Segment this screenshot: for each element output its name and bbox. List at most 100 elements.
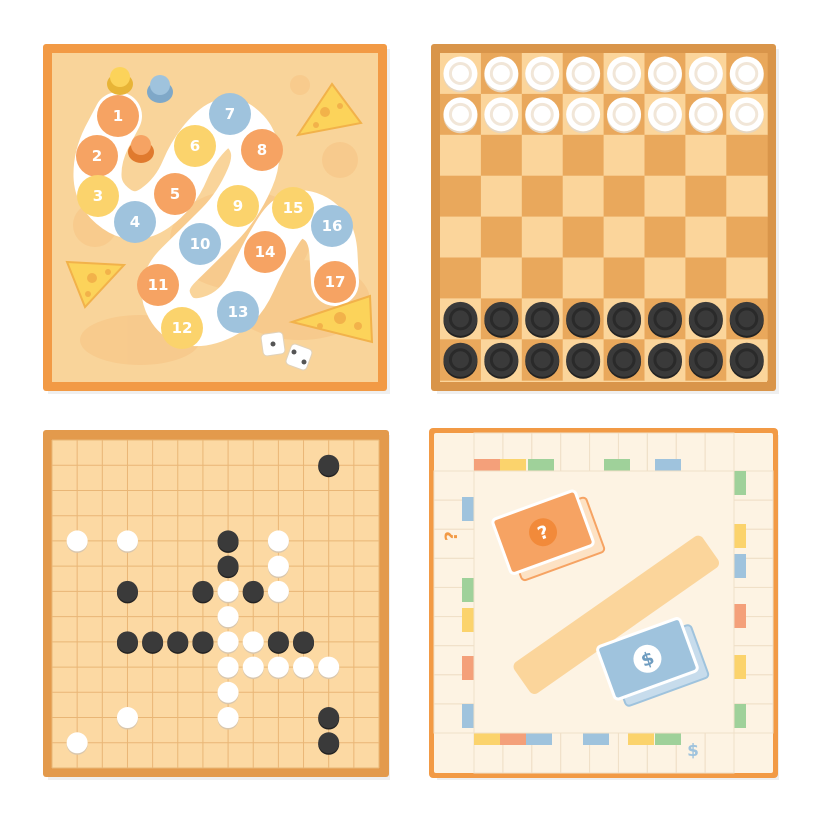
white-checker-piece bbox=[607, 97, 642, 134]
black-stone bbox=[318, 732, 340, 755]
tile-number: 2 bbox=[92, 147, 102, 165]
board-square bbox=[480, 257, 523, 299]
board-square bbox=[603, 134, 645, 177]
white-stone bbox=[66, 732, 88, 755]
property-strip bbox=[604, 459, 630, 471]
property-strip bbox=[628, 733, 654, 745]
black-stone bbox=[217, 530, 239, 553]
board-square bbox=[685, 257, 727, 299]
tile-number: 6 bbox=[190, 137, 200, 155]
path-tile: 17 bbox=[314, 261, 356, 303]
black-checker-piece bbox=[729, 342, 764, 379]
white-stone bbox=[217, 580, 239, 604]
white-checker-piece bbox=[729, 97, 764, 134]
black-checker-piece bbox=[566, 301, 601, 338]
white-checker-piece bbox=[484, 56, 519, 93]
board-square bbox=[480, 175, 523, 218]
black-checker-piece bbox=[443, 301, 478, 338]
property-strip bbox=[655, 459, 681, 471]
board-square bbox=[644, 134, 686, 177]
board-square bbox=[644, 257, 686, 299]
tile-number: 3 bbox=[93, 187, 103, 205]
board-square bbox=[521, 216, 564, 258]
black-stone bbox=[116, 631, 138, 654]
white-stone bbox=[217, 681, 239, 705]
tile-number: 10 bbox=[190, 235, 211, 253]
path-tile: 5 bbox=[154, 173, 196, 215]
white-checker-piece bbox=[729, 56, 764, 93]
gomoku-board bbox=[43, 430, 390, 780]
board-square bbox=[603, 175, 645, 218]
checkers-board bbox=[431, 44, 779, 394]
black-stone bbox=[217, 555, 239, 579]
path-tile: 3 bbox=[77, 175, 119, 217]
board-square bbox=[685, 175, 727, 218]
property-strip bbox=[734, 524, 746, 548]
white-checker-piece bbox=[566, 56, 601, 93]
black-checker-piece bbox=[688, 342, 723, 379]
tile-number: 13 bbox=[228, 303, 249, 321]
black-checker-piece bbox=[525, 301, 560, 338]
property-strip bbox=[474, 459, 500, 471]
tile-number: 15 bbox=[283, 199, 304, 217]
white-stone bbox=[242, 631, 264, 654]
black-stone bbox=[167, 631, 189, 654]
board-square bbox=[440, 175, 482, 218]
tile-number: 12 bbox=[172, 319, 193, 337]
path-tile: 12 bbox=[161, 307, 203, 349]
black-checker-piece bbox=[484, 342, 519, 379]
property-strip bbox=[462, 656, 474, 680]
chance-question-mark: ? bbox=[442, 531, 462, 541]
black-stone bbox=[142, 631, 164, 654]
white-checker-piece bbox=[607, 56, 642, 93]
board-square bbox=[603, 216, 645, 258]
tile-number: 17 bbox=[325, 273, 346, 291]
white-checker-piece bbox=[484, 97, 519, 134]
path-tile: 15 bbox=[272, 187, 314, 229]
board-square bbox=[644, 216, 686, 258]
path-tile: 13 bbox=[217, 291, 259, 333]
white-stone bbox=[116, 707, 138, 730]
property-strip bbox=[526, 733, 552, 745]
property-strip bbox=[734, 554, 746, 578]
white-stone bbox=[293, 656, 315, 680]
white-checker-piece bbox=[443, 97, 478, 134]
board-square bbox=[644, 175, 686, 218]
tile-number: 16 bbox=[322, 217, 343, 235]
board-square bbox=[726, 175, 768, 218]
path-tile: 11 bbox=[137, 264, 179, 306]
white-stone bbox=[66, 530, 88, 553]
black-checker-piece bbox=[729, 301, 764, 338]
board-square bbox=[480, 216, 523, 258]
black-checker-piece bbox=[566, 342, 601, 379]
path-tile: 9 bbox=[217, 185, 259, 227]
black-stone bbox=[192, 631, 214, 654]
board-square bbox=[440, 257, 482, 299]
board-square bbox=[521, 134, 564, 177]
property-strip bbox=[583, 733, 609, 745]
white-checker-piece bbox=[688, 97, 723, 134]
path-tile: 2 bbox=[76, 135, 118, 177]
white-stone bbox=[217, 707, 239, 730]
path-tile: 1 bbox=[97, 95, 139, 137]
white-checker-piece bbox=[566, 97, 601, 134]
dollar-sign-icon: $ bbox=[687, 741, 699, 761]
tile-number: 7 bbox=[225, 105, 235, 123]
black-checker-piece bbox=[525, 342, 560, 379]
black-stone bbox=[192, 580, 214, 604]
tile-number: 11 bbox=[148, 276, 169, 294]
board-square bbox=[521, 257, 564, 299]
property-strip bbox=[500, 733, 526, 745]
path-tile: 8 bbox=[241, 129, 283, 171]
board-square bbox=[603, 257, 645, 299]
black-stone bbox=[318, 454, 340, 478]
white-checker-piece bbox=[647, 97, 682, 134]
white-stone bbox=[267, 530, 289, 553]
path-tile: 7 bbox=[209, 93, 251, 135]
tile-number: 14 bbox=[255, 243, 276, 261]
black-checker-piece bbox=[443, 342, 478, 379]
black-checker-piece bbox=[484, 301, 519, 338]
property-strip bbox=[462, 578, 474, 602]
black-stone bbox=[242, 580, 264, 604]
path-tile: 4 bbox=[114, 201, 156, 243]
